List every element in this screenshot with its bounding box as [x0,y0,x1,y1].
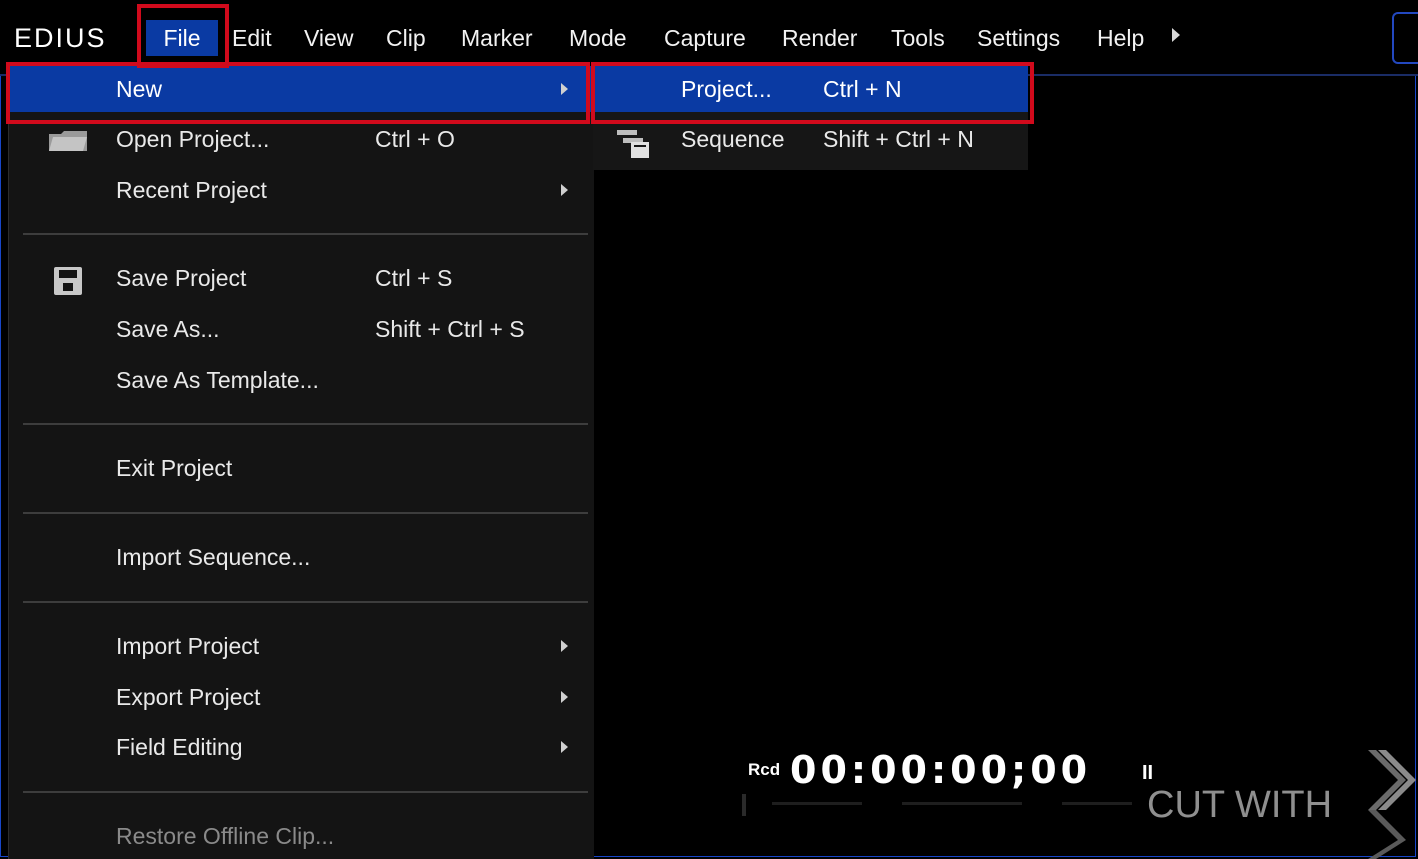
submenu-item-project[interactable]: Project... Ctrl + N [593,66,1028,112]
menu-item-shortcut: Shift + Ctrl + S [375,316,525,342]
sequence-icon [617,130,649,158]
menu-item-label: Save As Template... [116,367,319,393]
menu-item-label: Field Editing [116,734,243,760]
file-menu-dropdown: New Open Project... Ctrl + O Recent Proj… [8,66,594,859]
menu-help[interactable]: Help [1097,20,1144,56]
watermark-text-faint [742,794,1132,816]
menu-separator [23,512,588,514]
menu-bar: EDIUS File Edit View Clip Marker Mode Ca… [0,0,1418,76]
menu-item-label: Export Project [116,684,261,710]
menu-marker[interactable]: Marker [461,20,533,56]
menu-separator [23,233,588,235]
menu-item-exit-project[interactable]: Exit Project [9,445,594,491]
submenu-arrow-icon [561,184,568,196]
watermark-text: CUT WITH [1147,784,1333,826]
menu-item-export-project[interactable]: Export Project [9,674,594,720]
menu-item-save-as-template[interactable]: Save As Template... [9,357,594,403]
menu-item-import-sequence[interactable]: Import Sequence... [9,534,594,580]
menu-item-label: Exit Project [116,455,233,481]
submenu-arrow-icon [561,83,568,95]
timecode-display: 00:00:00;00 [790,748,1092,792]
menu-item-label: Import Sequence... [116,544,311,570]
menu-item-label: Import Project [116,633,260,659]
menu-item-shortcut: Ctrl + S [375,265,453,291]
app-logo: EDIUS [14,23,107,53]
menu-item-save-as[interactable]: Save As... Shift + Ctrl + S [9,306,594,352]
menu-item-new[interactable]: New [9,66,594,112]
folder-icon [49,131,87,151]
menu-item-shortcut: Ctrl + N [823,76,902,102]
menu-item-recent-project[interactable]: Recent Project [9,167,594,213]
menu-item-shortcut: Ctrl + O [375,126,455,152]
menu-render[interactable]: Render [782,20,857,56]
menu-tools[interactable]: Tools [891,20,945,56]
menu-item-label: Save Project [116,265,247,291]
menu-item-label: Sequence [681,126,785,152]
submenu-arrow-icon [561,691,568,703]
menu-capture[interactable]: Capture [664,20,746,56]
menu-item-shortcut: Shift + Ctrl + N [823,126,974,152]
menu-item-label: Restore Offline Clip... [116,823,335,849]
menu-item-restore-offline-clip[interactable]: Restore Offline Clip... [9,813,594,859]
menu-overflow-arrow-icon[interactable] [1172,28,1180,42]
menu-edit[interactable]: Edit [232,20,272,56]
menu-item-label: Save As... [116,316,220,342]
brand-chevron-decoration [1368,750,1416,859]
menu-mode[interactable]: Mode [569,20,627,56]
save-disk-icon [54,267,82,295]
submenu-arrow-icon [561,741,568,753]
menu-item-label: Project... [681,76,772,102]
toolbar-edge-button[interactable] [1392,12,1418,64]
menu-item-field-editing[interactable]: Field Editing [9,724,594,770]
menu-item-open-project[interactable]: Open Project... Ctrl + O [9,116,594,162]
menu-separator [23,791,588,793]
submenu-arrow-icon [561,640,568,652]
menu-clip[interactable]: Clip [386,20,426,56]
menu-item-label: Open Project... [116,126,270,152]
submenu-item-sequence[interactable]: Sequence Shift + Ctrl + N [593,116,1028,162]
menu-file[interactable]: File [146,20,218,56]
menu-item-save-project[interactable]: Save Project Ctrl + S [9,255,594,301]
menu-separator [23,601,588,603]
menu-separator [23,423,588,425]
menu-item-label: New [116,76,163,102]
pause-indicator: II [1142,762,1154,784]
menu-settings[interactable]: Settings [977,20,1060,56]
record-label: Rcd [748,760,781,779]
new-submenu: Project... Ctrl + N Sequence Shift + Ctr… [593,66,1028,170]
menu-view[interactable]: View [304,20,353,56]
menu-item-import-project[interactable]: Import Project [9,623,594,669]
menu-item-label: Recent Project [116,177,267,203]
